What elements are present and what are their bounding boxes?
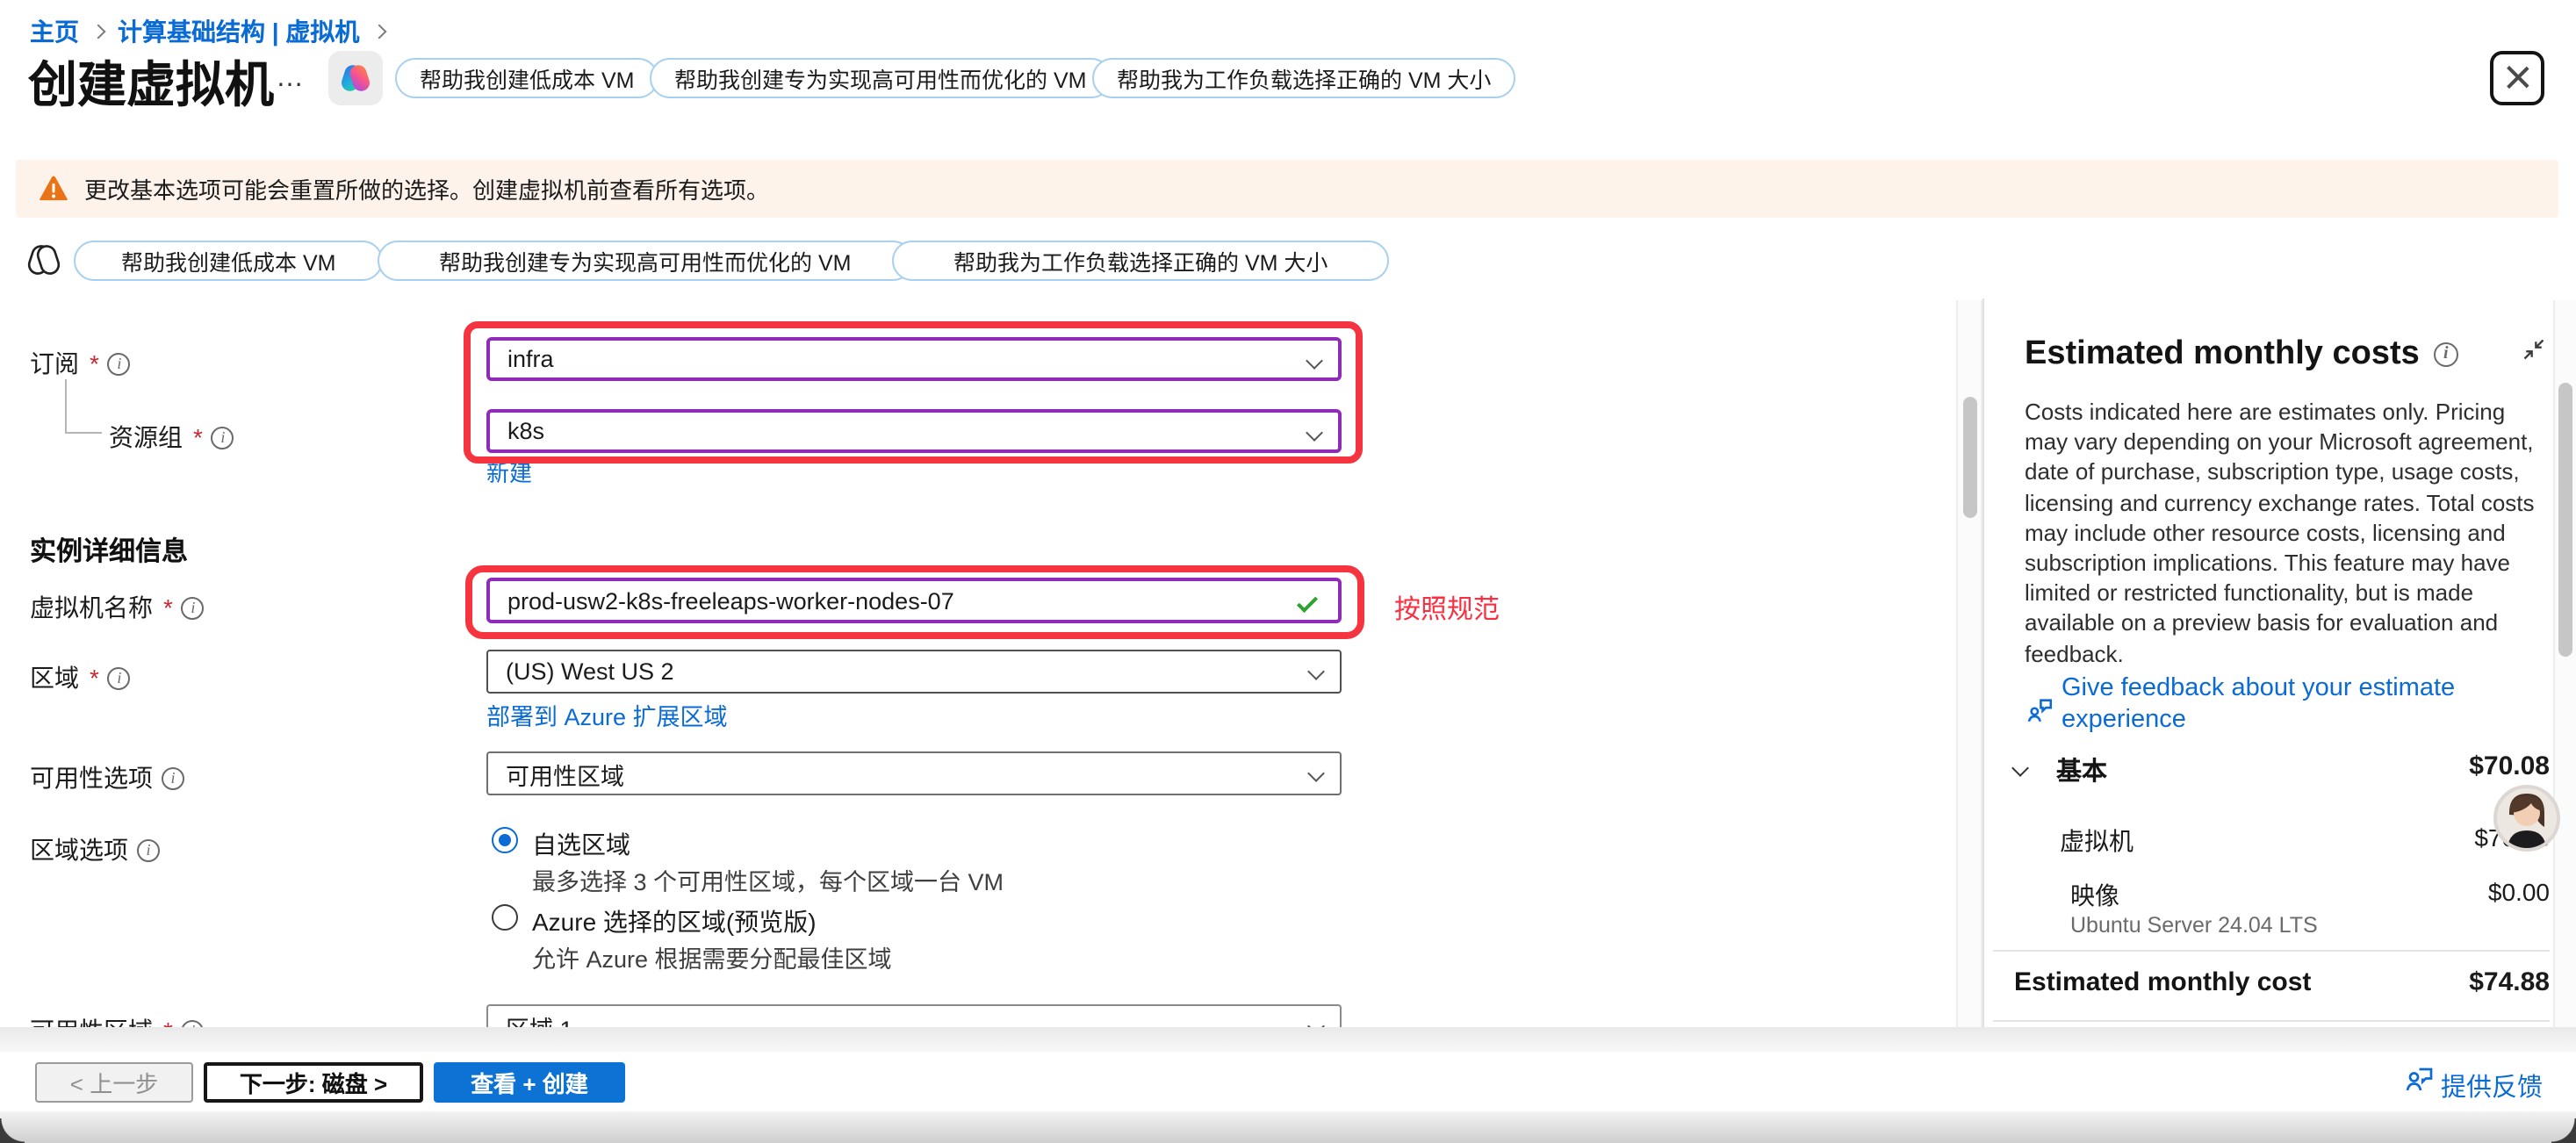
info-icon[interactable]: i (182, 596, 205, 619)
region-dropdown[interactable]: (US) West US 2 (486, 650, 1342, 694)
feedback-person-icon (2402, 1064, 2434, 1096)
footer-bar: < 上一步 下一步: 磁盘 > 查看 + 创建 提供反馈 (0, 1052, 2576, 1111)
suggestion-right-vm-size-2[interactable]: 帮助我为工作负载选择正确的 VM 大小 (892, 241, 1389, 281)
info-icon[interactable]: i (212, 426, 234, 449)
create-vm-page: 主页 计算基础结构 | 虚拟机 创建虚拟机 … 帮助我创建低成本 VM 帮助我创… (0, 0, 2576, 1143)
chevron-down-icon (1307, 663, 1325, 680)
info-icon[interactable]: i (2434, 342, 2458, 367)
instance-details-header: 实例详细信息 (30, 532, 188, 569)
radio-description: 最多选择 3 个可用性区域，每个区域一台 VM (532, 862, 1004, 897)
info-icon[interactable]: i (182, 1019, 205, 1027)
warning-text: 更改基本选项可能会重置所做的选择。创建虚拟机前查看所有选项。 (84, 172, 769, 205)
suggestion-high-availability-vm[interactable]: 帮助我创建专为实现高可用性而优化的 VM (650, 58, 1111, 98)
vm-name-label: 虚拟机名称* i (30, 590, 205, 625)
availability-zone-label: 可用性区域* i (30, 1013, 205, 1027)
suggestion-high-availability-vm-2[interactable]: 帮助我创建专为实现高可用性而优化的 VM (378, 241, 912, 281)
cost-panel: Estimated monthly costs i Costs indicate… (1984, 298, 2553, 1027)
give-feedback-link[interactable]: 提供反馈 (2441, 1068, 2543, 1104)
availability-zone-dropdown[interactable]: 区域 1 (486, 1004, 1342, 1027)
previous-button[interactable]: < 上一步 (35, 1062, 193, 1103)
chevron-down-icon (1307, 1017, 1325, 1027)
subscription-label: 订阅* i (30, 346, 131, 381)
avatar-illustration (2497, 788, 2557, 848)
chevron-down-icon (1307, 765, 1325, 782)
cost-item-subtext: Ubuntu Server 24.04 LTS (2070, 913, 2318, 938)
annotation-text: 按照规范 (1394, 590, 1500, 627)
info-icon[interactable]: i (108, 666, 131, 689)
resource-group-label: 资源组* i (109, 420, 234, 455)
region-label: 区域* i (30, 660, 131, 695)
cost-disclaimer: Costs indicated here are estimates only.… (2025, 397, 2544, 669)
radio-description: 允许 Azure 根据需要分配最佳区域 (532, 939, 892, 974)
suggestion-low-cost-vm[interactable]: 帮助我创建低成本 VM (395, 58, 658, 98)
breadcrumb-chevron-icon (91, 25, 106, 40)
info-icon[interactable]: i (162, 766, 184, 789)
scroll-shadow (0, 1027, 2576, 1052)
cost-panel-title: Estimated monthly costs (2025, 335, 2420, 374)
more-options-button[interactable]: … (276, 63, 306, 95)
warning-banner: 更改基本选项可能会重置所做的选择。创建虚拟机前查看所有选项。 (16, 160, 2558, 218)
cost-item-row: 映像 $0.00 (2070, 878, 2550, 913)
annotation-rect-vm-name (465, 565, 1364, 639)
close-button[interactable] (2490, 51, 2544, 105)
breadcrumb-vm-blade[interactable]: 计算基础结构 | 虚拟机 (118, 14, 359, 49)
warning-icon (39, 176, 68, 202)
zone-options-label: 区域选项 i (30, 832, 160, 867)
availability-options-label: 可用性选项 i (30, 760, 184, 795)
breadcrumb-home[interactable]: 主页 (30, 14, 79, 49)
breadcrumb-chevron-icon (371, 25, 386, 40)
info-icon[interactable]: i (137, 838, 160, 861)
cost-item-row: 虚拟机 $70.08 (2060, 823, 2550, 859)
cost-panel-title-row: Estimated monthly costs i (2025, 335, 2458, 374)
chevron-down-icon[interactable] (2011, 759, 2029, 777)
radio-label[interactable]: Azure 选择的区域(预览版) (532, 904, 817, 939)
copilot-button[interactable] (328, 51, 383, 105)
avatar[interactable] (2493, 785, 2560, 852)
copilot-icon (339, 61, 372, 95)
content-scrollbar-track[interactable] (1956, 300, 1982, 1027)
next-disks-button[interactable]: 下一步: 磁盘 > (204, 1062, 423, 1103)
suggestion-low-cost-vm-2[interactable]: 帮助我创建低成本 VM (74, 241, 383, 281)
radio-self-select-zones[interactable] (492, 827, 518, 853)
window-corner (2551, 1118, 2576, 1143)
edge-zone-link[interactable]: 部署到 Azure 扩展区域 (486, 697, 728, 732)
radio-azure-selected-zones[interactable] (492, 904, 518, 931)
copilot-outline-icon (26, 242, 61, 277)
panel-scrollbar-track[interactable] (2553, 300, 2576, 1027)
estimate-feedback-link[interactable]: Give feedback about your estimate experi… (2062, 674, 2518, 736)
window-bottom-gradient (0, 1111, 2576, 1143)
annotation-rect-subscription (464, 321, 1363, 464)
tree-connector (65, 379, 67, 432)
collapse-panel-icon[interactable] (2522, 337, 2546, 362)
cost-group-row[interactable]: 基本 $70.08 (2056, 751, 2550, 788)
breadcrumb: 主页 计算基础结构 | 虚拟机 (30, 14, 384, 49)
panel-scrollbar-thumb[interactable] (2558, 383, 2572, 657)
suggestion-right-vm-size[interactable]: 帮助我为工作负载选择正确的 VM 大小 (1092, 58, 1515, 98)
content-scrollbar-thumb[interactable] (1963, 397, 1977, 518)
cost-total-row: Estimated monthly cost $74.88 (2014, 967, 2550, 997)
feedback-icon (2025, 695, 2054, 725)
page-title: 创建虚拟机 (28, 47, 274, 118)
review-create-button[interactable]: 查看 + 创建 (434, 1062, 625, 1103)
window-corner (0, 1118, 25, 1143)
form-content: 订阅* i infra 资源组* i k8s 新建 实例详细信息 虚拟机名称* … (0, 298, 1956, 1027)
info-icon[interactable]: i (108, 352, 131, 375)
radio-label[interactable]: 自选区域 (532, 827, 630, 862)
availability-options-dropdown[interactable]: 可用性区域 (486, 751, 1342, 795)
